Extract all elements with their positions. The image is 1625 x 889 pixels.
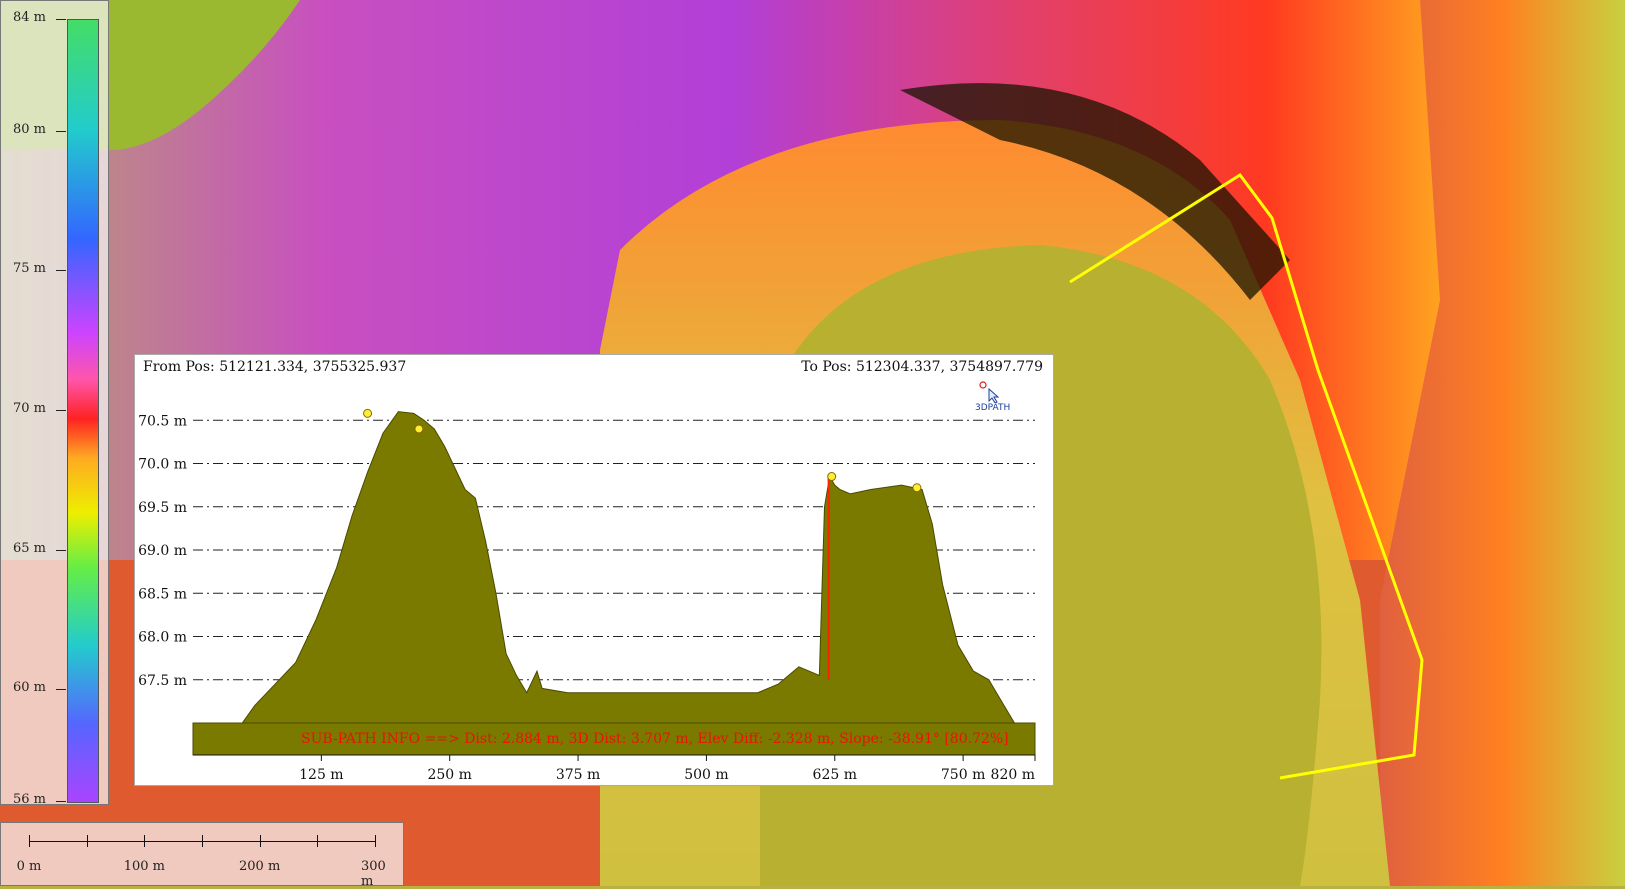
- scale-bar-label: 100 m: [123, 859, 165, 874]
- y-tick-label: 68.0 m: [138, 630, 187, 646]
- legend-tick-mark: [56, 689, 66, 691]
- to-position: To Pos: 512304.337, 3754897.779: [801, 359, 1043, 375]
- legend-tick-label: 80 m: [13, 121, 47, 137]
- scale-bar-tick: [317, 835, 319, 847]
- legend-tick-mark: [56, 549, 66, 551]
- scale-bar-label: 0 m: [16, 859, 42, 874]
- sub-path-info: SUB-PATH INFO ==> Dist: 2.884 m, 3D Dist…: [301, 731, 1009, 747]
- elevation-profile-area: [193, 411, 1035, 724]
- x-tick-label: 250 m: [427, 767, 471, 783]
- profile-marker: [414, 424, 424, 434]
- path-profile-panel[interactable]: 70.5 m 70.0 m 69.5 m 69.0 m 68.5 m 68.0 m 67.5…: [134, 354, 1054, 786]
- y-tick-label: 70.5 m: [138, 413, 187, 429]
- color-ramp: [67, 19, 99, 803]
- legend-tick-label: 60 m: [13, 680, 47, 696]
- scale-bar-tick: [86, 835, 88, 847]
- legend-tick-label: 56 m: [13, 792, 47, 807]
- legend-tick-label: 84 m: [13, 10, 47, 25]
- y-tick-label: 67.5 m: [138, 673, 187, 689]
- 3d-path-button-label: 3DPATH: [975, 403, 1011, 413]
- scale-bar-label: 200 m: [239, 859, 281, 874]
- legend-tick-label: 65 m: [13, 540, 47, 556]
- scale-bar-tick: [29, 835, 30, 847]
- scale-bar-tick: [259, 835, 261, 847]
- scale-bar-tick: [375, 835, 376, 847]
- scale-bar-label: 300 m: [361, 859, 386, 889]
- x-tick-label: 125 m: [299, 767, 343, 783]
- elevation-legend: 84 m 80 m 75 m 70 m 65 m 60 m 56 m: [0, 0, 109, 807]
- y-tick-label: 69.5 m: [138, 500, 187, 516]
- profile-marker: [827, 472, 837, 482]
- legend-tick-mark: [56, 19, 66, 20]
- 3d-path-icon: [979, 381, 1000, 404]
- y-tick-label: 68.5 m: [138, 586, 187, 602]
- legend-tick-mark: [56, 270, 66, 272]
- x-tick-label: 750 m: [941, 767, 985, 783]
- y-tick-label: 69.0 m: [138, 543, 187, 559]
- x-tick-label: 625 m: [813, 767, 857, 783]
- scale-bar-tick: [144, 835, 146, 847]
- profile-marker: [912, 483, 922, 493]
- profile-chart: 70.5 m 70.0 m 69.5 m 69.0 m 68.5 m 68.0 m 67.5…: [138, 408, 1036, 783]
- profile-marker: [363, 408, 373, 418]
- x-tick-label: 820 m: [991, 767, 1035, 783]
- y-tick-label: 70.0 m: [138, 457, 187, 473]
- legend-tick-label: 75 m: [13, 261, 47, 277]
- scale-bar: 0 m 100 m 200 m 300 m: [0, 822, 404, 889]
- legend-tick-mark: [56, 801, 66, 802]
- x-tick-label: 500 m: [684, 767, 728, 783]
- from-position: From Pos: 512121.334, 3755325.937: [143, 359, 407, 375]
- legend-tick-mark: [56, 130, 66, 132]
- legend-tick-label: 70 m: [13, 401, 47, 416]
- x-tick-label: 375 m: [556, 767, 600, 783]
- scale-bar-tick: [202, 835, 203, 847]
- 3d-path-button[interactable]: 3DPATH: [975, 381, 1019, 413]
- legend-tick-mark: [56, 410, 66, 411]
